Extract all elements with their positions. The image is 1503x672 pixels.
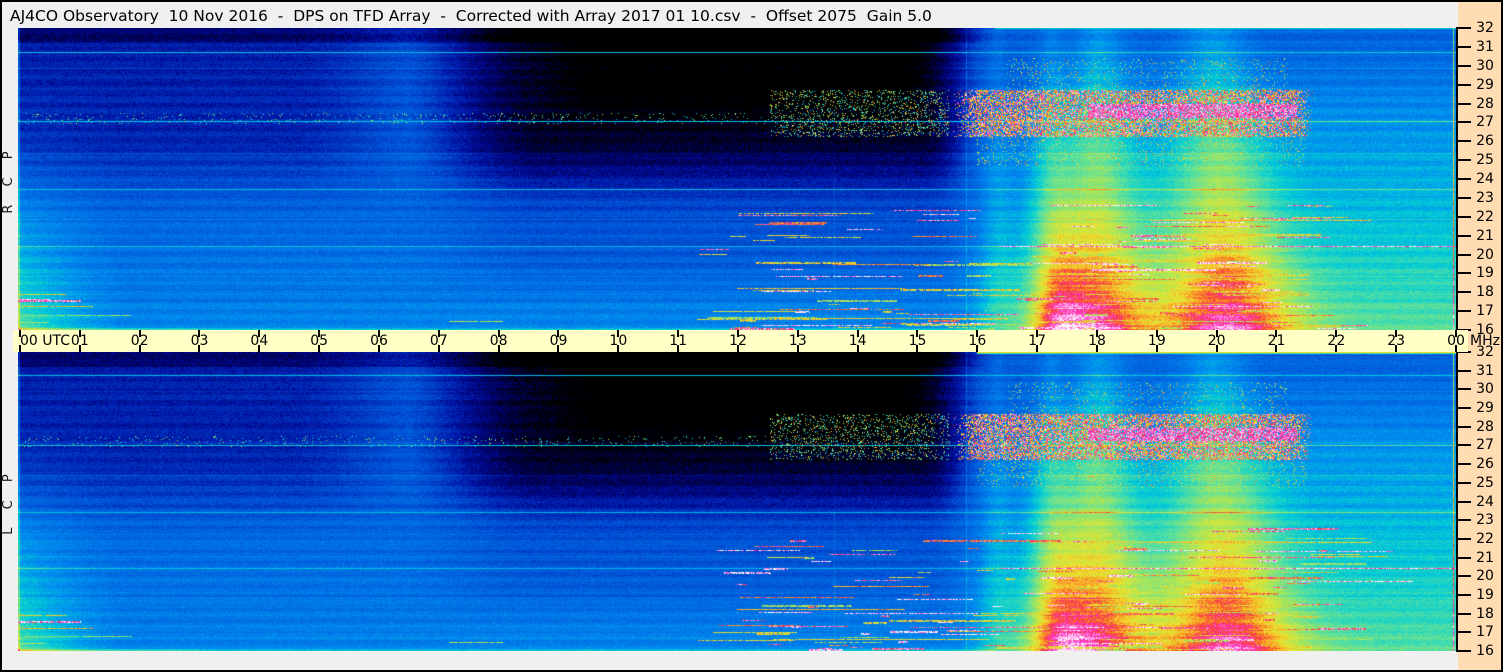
freq-tick-label: 20 bbox=[1476, 568, 1494, 585]
time-tick-label: 19 bbox=[1147, 333, 1166, 349]
mhz-unit-label: MHz bbox=[1470, 333, 1500, 349]
freq-tick-label: 26 bbox=[1476, 133, 1494, 150]
time-tick-label: 14 bbox=[848, 333, 867, 349]
freq-tick-label: 23 bbox=[1476, 512, 1494, 529]
app-window: AJ4CO Observatory 10 Nov 2016 - DPS on T… bbox=[0, 0, 1503, 672]
freq-tick bbox=[1456, 291, 1471, 294]
freq-tick-label: 28 bbox=[1476, 95, 1494, 112]
freq-tick-label: 24 bbox=[1476, 493, 1494, 510]
time-tick-label: 18 bbox=[1088, 333, 1106, 349]
freq-tick bbox=[1456, 556, 1471, 559]
freq-tick-label: 30 bbox=[1476, 57, 1494, 74]
time-tick-label: 01 bbox=[70, 333, 89, 349]
freq-tick bbox=[1456, 27, 1471, 29]
freq-tick-label: 21 bbox=[1476, 227, 1494, 244]
freq-tick-label: 27 bbox=[1476, 114, 1494, 131]
lcp-spectrogram-canvas bbox=[18, 352, 1456, 651]
freq-tick-label: 32 bbox=[1476, 20, 1494, 36]
time-tick-label: 12 bbox=[729, 333, 747, 349]
freq-tick-label: 22 bbox=[1476, 530, 1494, 547]
freq-tick-label: 25 bbox=[1476, 474, 1494, 491]
freq-tick bbox=[1456, 500, 1471, 503]
freq-tick-label: 25 bbox=[1476, 152, 1494, 169]
freq-tick bbox=[1456, 444, 1471, 447]
time-tick-label: 13 bbox=[788, 333, 807, 349]
freq-tick bbox=[1456, 272, 1471, 275]
freq-tick bbox=[1456, 407, 1471, 410]
time-tick-label: 20 bbox=[1207, 333, 1226, 349]
freq-tick-label: 29 bbox=[1476, 400, 1494, 417]
time-tick-label: 06 bbox=[370, 333, 388, 349]
freq-tick bbox=[1456, 612, 1471, 615]
freq-tick bbox=[1456, 159, 1471, 162]
freq-tick-label: 30 bbox=[1476, 381, 1494, 398]
freq-tick-label: 27 bbox=[1476, 437, 1494, 454]
freq-tick bbox=[1456, 45, 1471, 48]
freq-tick bbox=[1456, 121, 1471, 124]
freq-tick-label: 16 bbox=[1476, 643, 1494, 659]
time-tick-label: 09 bbox=[549, 333, 568, 349]
time-tick-label: 15 bbox=[908, 333, 927, 349]
time-tick-label: 07 bbox=[429, 333, 448, 349]
freq-tick-label: 19 bbox=[1476, 265, 1494, 282]
freq-tick bbox=[1456, 537, 1471, 540]
freq-tick-label: 19 bbox=[1476, 586, 1494, 603]
freq-tick bbox=[1456, 140, 1471, 143]
time-tick-label: 23 bbox=[1387, 333, 1406, 349]
freq-tick bbox=[1456, 178, 1471, 180]
freq-tick-label: 29 bbox=[1476, 76, 1494, 93]
freq-tick bbox=[1456, 388, 1471, 391]
time-tick-label: 22 bbox=[1327, 333, 1346, 349]
freq-tick bbox=[1456, 64, 1471, 67]
freq-tick bbox=[1456, 575, 1471, 578]
freq-tick-label: 23 bbox=[1476, 189, 1494, 206]
freq-tick bbox=[1456, 425, 1471, 428]
title-bar: AJ4CO Observatory 10 Nov 2016 - DPS on T… bbox=[10, 4, 932, 28]
page-title: AJ4CO Observatory 10 Nov 2016 - DPS on T… bbox=[10, 7, 932, 25]
freq-tick-label: 17 bbox=[1476, 303, 1494, 320]
lcp-polarization-label: L C P bbox=[1, 467, 16, 535]
freq-tick-label: 21 bbox=[1476, 549, 1494, 566]
freq-tick-label: 24 bbox=[1476, 171, 1494, 187]
freq-tick-label: 31 bbox=[1476, 362, 1494, 379]
freq-tick bbox=[1456, 215, 1471, 218]
freq-tick bbox=[1456, 593, 1471, 596]
freq-tick-label: 20 bbox=[1476, 246, 1494, 263]
time-tick-label: 03 bbox=[190, 333, 209, 349]
freq-tick-label: 18 bbox=[1476, 605, 1494, 622]
time-tick-label: 08 bbox=[489, 333, 508, 349]
freq-tick-label: 26 bbox=[1476, 456, 1494, 473]
freq-tick bbox=[1456, 102, 1471, 105]
freq-tick bbox=[1456, 650, 1471, 652]
time-tick-label: 02 bbox=[130, 333, 149, 349]
time-tick-label: 17 bbox=[1028, 333, 1047, 349]
time-tick-label: 21 bbox=[1267, 333, 1286, 349]
time-tick-label: 04 bbox=[250, 333, 269, 349]
freq-tick-label: 31 bbox=[1476, 38, 1494, 55]
rcp-spectrogram-canvas bbox=[18, 28, 1456, 330]
time-tick-label: 00 UTC bbox=[20, 333, 71, 349]
freq-tick bbox=[1456, 481, 1471, 484]
freq-tick-label: 28 bbox=[1476, 418, 1494, 435]
freq-tick bbox=[1456, 631, 1471, 634]
freq-tick bbox=[1456, 463, 1471, 466]
freq-tick bbox=[1456, 310, 1471, 313]
freq-tick-label: 18 bbox=[1476, 284, 1494, 301]
freq-tick-label: 22 bbox=[1476, 208, 1494, 225]
time-axis: 00 UTC 01 02 03 04 05 06 07 08 09 10 11 12 13 14 15 16 17… bbox=[13, 330, 1468, 352]
time-tick-label: 10 bbox=[609, 333, 628, 349]
time-tick-label: 00 bbox=[1447, 333, 1465, 349]
freq-tick bbox=[1456, 519, 1471, 522]
freq-tick bbox=[1456, 234, 1471, 237]
time-tick-label: 16 bbox=[968, 333, 987, 349]
freq-tick bbox=[1456, 369, 1471, 372]
time-tick-label: 11 bbox=[669, 333, 688, 349]
rcp-polarization-label: R C P bbox=[1, 144, 16, 214]
freq-tick bbox=[1456, 196, 1471, 199]
freq-tick bbox=[1456, 253, 1471, 256]
time-tick-label: 05 bbox=[310, 333, 329, 349]
freq-tick bbox=[1456, 83, 1471, 86]
freq-tick-label: 17 bbox=[1476, 624, 1494, 641]
